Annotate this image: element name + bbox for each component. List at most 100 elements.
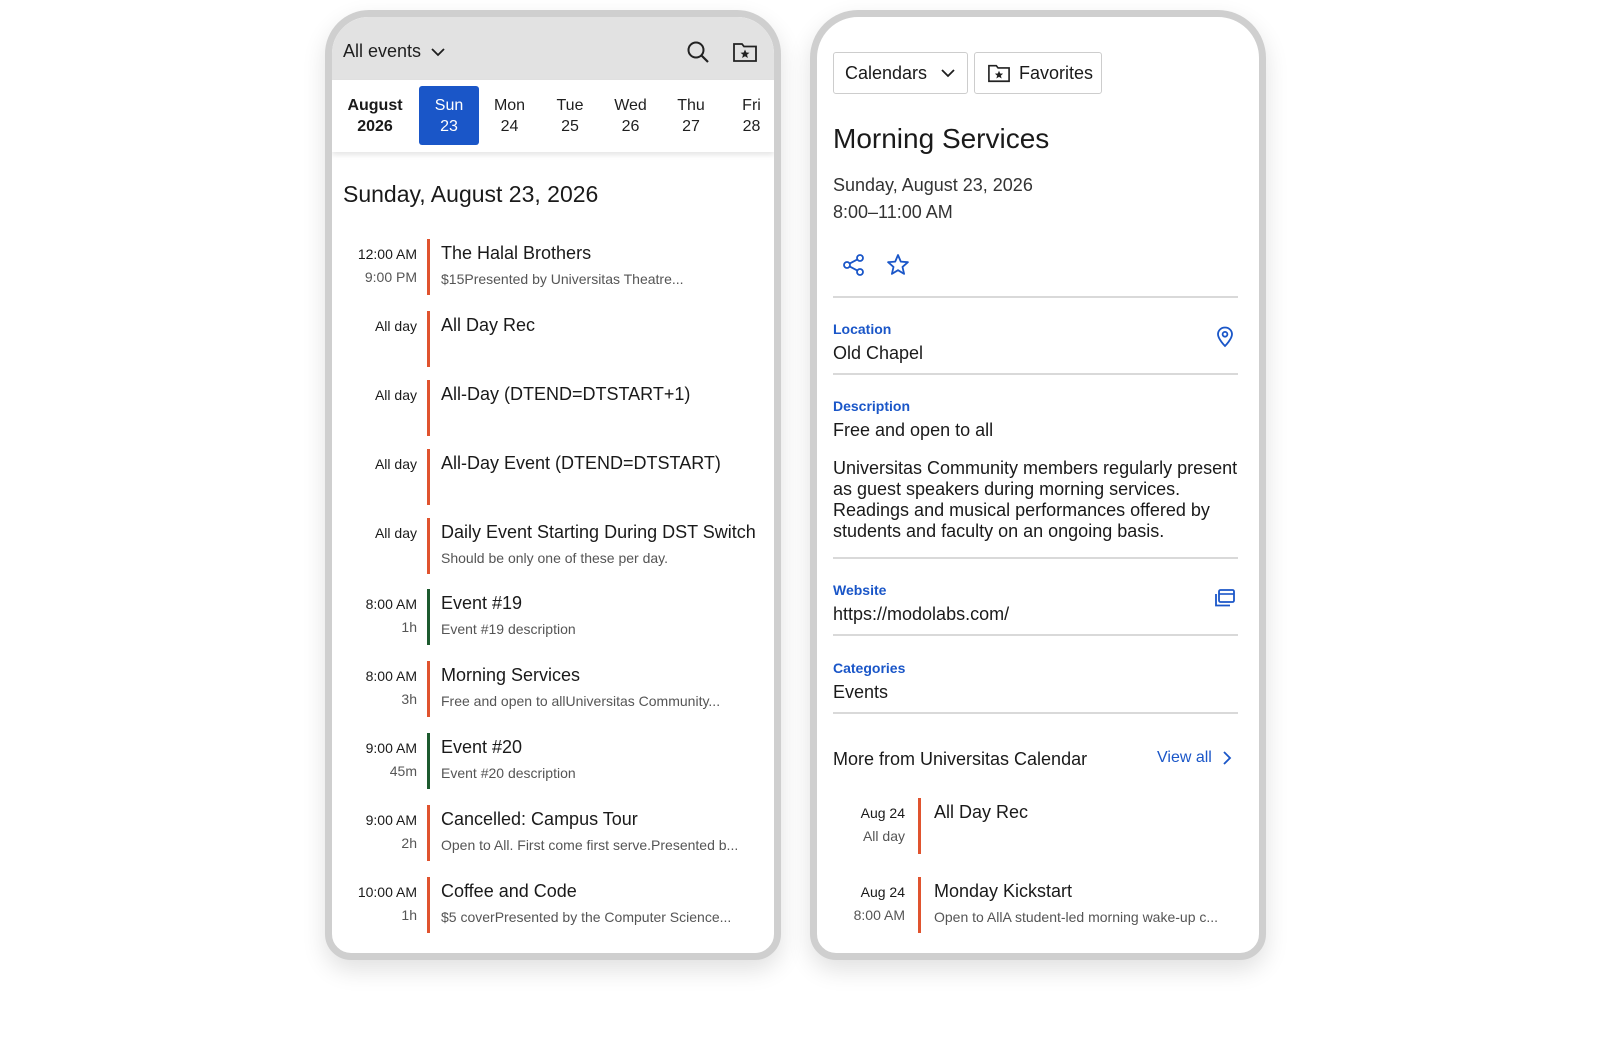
more-event-time: All day <box>862 828 905 844</box>
more-event-date: Aug 24 All day <box>817 802 905 848</box>
event-duration: 9:00 PM <box>364 269 417 285</box>
day-sun[interactable]: Sun 23 <box>419 86 479 145</box>
event-times: 8:00 AM 1h <box>332 593 417 639</box>
event-row[interactable]: 10:00 AM 1h Coffee and Code $5 coverPresent… <box>332 877 774 933</box>
categories-value: Events <box>833 682 889 702</box>
event-row[interactable]: 8:00 AM 1h Event #19 Event #19 description <box>332 589 774 645</box>
event-title: Morning Services <box>441 665 581 685</box>
favorites-button[interactable]: Favorites <box>974 52 1102 94</box>
week-strip: August 2026 Sun 23 Mon 24 Tue 25 Wed 26 Thu 27 Fri… <box>332 80 774 152</box>
more-event-day: Aug 24 <box>860 805 905 821</box>
calendar-color-bar <box>427 380 430 436</box>
day-wed[interactable]: Wed 26 <box>601 86 661 145</box>
divider <box>833 296 1238 298</box>
day-fri[interactable]: Fri 28 <box>722 86 775 145</box>
favorites-folder-icon[interactable] <box>732 39 758 65</box>
event-row[interactable]: 12:00 AM 9:00 PM The Halal Brothers $15Pres… <box>332 239 774 295</box>
more-event-row[interactable]: Aug 24 8:00 AM Monday Kickstart Open to All… <box>817 877 1259 933</box>
day-tue[interactable]: Tue 25 <box>540 86 600 145</box>
event-duration: 3h <box>401 691 417 707</box>
month-label: August 2026 <box>332 95 418 137</box>
event-row[interactable]: All day All Day Rec <box>332 311 774 367</box>
favorites-folder-icon <box>988 64 1010 83</box>
event-start: All day <box>374 456 417 472</box>
day-name: Mon <box>493 97 526 114</box>
calendar-color-bar <box>918 798 921 854</box>
calendars-dropdown[interactable]: Calendars <box>833 52 968 94</box>
event-duration: 45m <box>389 763 417 779</box>
day-name: Wed <box>614 97 647 114</box>
event-start: 8:00 AM <box>365 596 417 612</box>
event-times: All day <box>332 384 417 407</box>
day-name: Thu <box>677 97 705 114</box>
map-pin-icon[interactable] <box>1216 326 1234 348</box>
divider <box>833 634 1238 636</box>
external-link-icon[interactable] <box>1214 588 1236 608</box>
event-time: 8:00–11:00 AM <box>833 202 953 222</box>
calendar-color-bar <box>427 239 430 295</box>
event-row[interactable]: All day All-Day (DTEND=DTSTART+1) <box>332 380 774 436</box>
event-title: Daily Event Starting During DST Switch <box>441 522 756 542</box>
star-icon[interactable] <box>885 252 911 278</box>
event-row[interactable]: 8:00 AM 3h Morning Services Free and open t… <box>332 661 774 717</box>
calendar-color-bar <box>427 805 430 861</box>
day-name: Sun <box>434 97 464 114</box>
day-name: Tue <box>556 97 584 114</box>
day-number: 26 <box>621 118 640 135</box>
day-thu[interactable]: Thu 27 <box>661 86 721 145</box>
view-all-link[interactable]: View all <box>1157 749 1232 767</box>
event-title: Event #20 <box>441 737 523 757</box>
event-times: 12:00 AM 9:00 PM <box>332 243 417 289</box>
favorites-label: Favorites <box>1019 62 1094 83</box>
more-event-row[interactable]: Aug 24 All day All Day Rec <box>817 798 1259 854</box>
day-name: Fri <box>742 97 761 114</box>
event-detail-phone: Calendars Favorites Morning Services Sun… <box>810 10 1266 960</box>
event-subtitle: $15Presented by Universitas Theatre... <box>441 271 684 287</box>
event-row[interactable]: All day All-Day Event (DTEND=DTSTART) <box>332 449 774 505</box>
event-title: Coffee and Code <box>441 881 577 901</box>
more-event-subtitle: Open to AllA student-led morning wake-up… <box>934 909 1219 925</box>
calendar-color-bar <box>427 733 430 789</box>
event-subtitle: $5 coverPresented by the Computer Scienc… <box>441 909 732 925</box>
event-row[interactable]: All day Daily Event Starting During DST S… <box>332 518 774 574</box>
event-start: 8:00 AM <box>365 668 417 684</box>
search-icon[interactable] <box>685 39 711 65</box>
event-start: 9:00 AM <box>365 740 417 756</box>
event-title: All-Day Event (DTEND=DTSTART) <box>441 453 721 473</box>
month-name: August <box>347 97 403 114</box>
event-start: 10:00 AM <box>357 884 417 900</box>
categories-label: Categories <box>833 660 906 676</box>
event-title: Cancelled: Campus Tour <box>441 809 638 829</box>
location-value: Old Chapel <box>833 343 924 363</box>
day-mon[interactable]: Mon 24 <box>480 86 540 145</box>
event-times: 10:00 AM 1h <box>332 881 417 927</box>
description-lead: Free and open to all <box>833 420 994 440</box>
month-year: 2026 <box>357 118 393 135</box>
location-label: Location <box>833 321 892 337</box>
share-icon[interactable] <box>841 252 867 278</box>
divider <box>833 373 1238 375</box>
event-title: The Halal Brothers <box>441 243 592 263</box>
event-title: Event #19 <box>441 593 523 613</box>
event-start: 9:00 AM <box>365 812 417 828</box>
description-label: Description <box>833 398 911 414</box>
more-from-calendar-heading: More from Universitas Calendar <box>833 749 1088 769</box>
website-link[interactable]: https://modolabs.com/ <box>833 604 1009 625</box>
event-duration: 2h <box>401 835 417 851</box>
event-start: 12:00 AM <box>357 246 417 262</box>
day-heading: Sunday, August 23, 2026 <box>343 181 599 207</box>
event-row[interactable]: 9:00 AM 45m Event #20 Event #20 description <box>332 733 774 789</box>
filter-label: All events <box>343 41 422 61</box>
description-body: Universitas Community members regularly … <box>833 458 1238 541</box>
view-all-label: View all <box>1157 749 1212 766</box>
event-start: All day <box>374 387 417 403</box>
divider <box>833 712 1238 714</box>
more-event-title: Monday Kickstart <box>934 881 1073 901</box>
day-number: 24 <box>500 118 519 135</box>
event-subtitle: Free and open to allUniversitas Communit… <box>441 693 721 709</box>
all-events-filter[interactable]: All events <box>343 41 445 62</box>
day-number: 27 <box>682 118 700 135</box>
event-row[interactable]: 9:00 AM 2h Cancelled: Campus Tour Open to A… <box>332 805 774 861</box>
calendar-color-bar <box>427 661 430 717</box>
event-start: All day <box>374 525 417 541</box>
